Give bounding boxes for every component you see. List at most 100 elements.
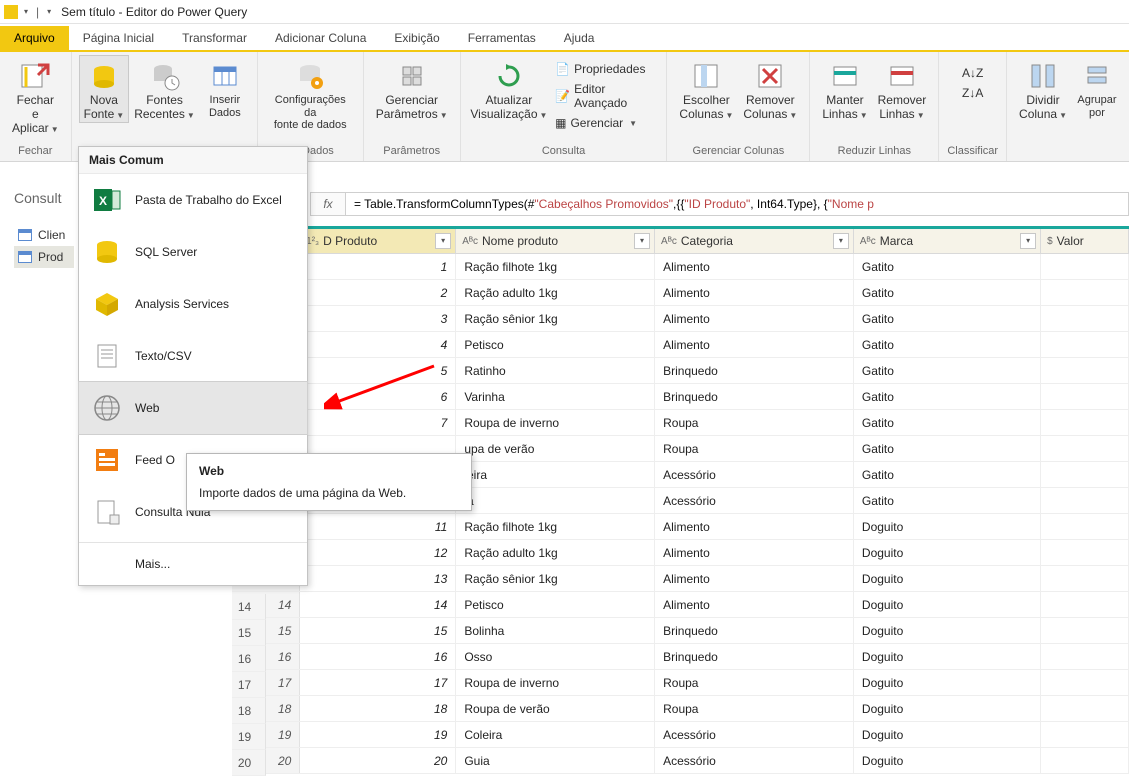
cell-marca[interactable]: Gatito xyxy=(854,384,1041,409)
atualizar-visualizacao-button[interactable]: AtualizarVisualização▼ xyxy=(469,56,549,122)
cell-nome[interactable]: Bolinha xyxy=(456,618,655,643)
cell-categoria[interactable]: Alimento xyxy=(655,280,854,305)
cell-nome[interactable]: Petisco xyxy=(456,592,655,617)
cell-valor[interactable] xyxy=(1041,540,1129,565)
cell-marca[interactable]: Gatito xyxy=(854,254,1041,279)
qat-dropdown2-icon[interactable]: ▾ xyxy=(45,7,53,16)
cell-valor[interactable] xyxy=(1041,358,1129,383)
cell-id[interactable]: 2 xyxy=(300,280,456,305)
filter-dropdown-icon[interactable]: ▾ xyxy=(634,233,650,249)
cell-valor[interactable] xyxy=(1041,332,1129,357)
cell-categoria[interactable]: Roupa xyxy=(655,696,854,721)
escolher-colunas-button[interactable]: EscolherColunas▼ xyxy=(675,56,737,122)
cell-categoria[interactable]: Brinquedo xyxy=(655,644,854,669)
cell-nome[interactable]: Varinha xyxy=(456,384,655,409)
cell-nome[interactable]: Ração filhote 1kg xyxy=(456,514,655,539)
cell-nome[interactable]: Roupa de inverno xyxy=(456,670,655,695)
fx-button[interactable]: fx xyxy=(310,192,346,216)
gerenciar-parametros-button[interactable]: GerenciarParâmetros▼ xyxy=(372,56,452,122)
cell-valor[interactable] xyxy=(1041,748,1129,773)
cell-valor[interactable] xyxy=(1041,566,1129,591)
cell-valor[interactable] xyxy=(1041,254,1129,279)
source-excel[interactable]: X Pasta de Trabalho do Excel xyxy=(79,174,307,226)
cell-marca[interactable]: Gatito xyxy=(854,462,1041,487)
remover-linhas-button[interactable]: RemoverLinhas▼ xyxy=(874,56,931,122)
cell-categoria[interactable]: Alimento xyxy=(655,306,854,331)
cell-categoria[interactable]: Alimento xyxy=(655,592,854,617)
cell-categoria[interactable]: Alimento xyxy=(655,566,854,591)
cell-categoria[interactable]: Acessório xyxy=(655,722,854,747)
cell-categoria[interactable]: Roupa xyxy=(655,670,854,695)
table-row[interactable]: 1414PetiscoAlimentoDoguito xyxy=(232,592,1129,618)
tab-exibicao[interactable]: Exibição xyxy=(380,26,453,50)
cell-valor[interactable] xyxy=(1041,644,1129,669)
qat-dropdown-icon[interactable]: ▾ xyxy=(22,7,30,16)
filter-dropdown-icon[interactable]: ▾ xyxy=(435,233,451,249)
cell-valor[interactable] xyxy=(1041,384,1129,409)
cell-nome[interactable]: Ração sênior 1kg xyxy=(456,306,655,331)
inserir-dados-button[interactable]: InserirDados xyxy=(201,56,249,119)
col-header-valor[interactable]: $ Valor xyxy=(1041,229,1129,253)
cell-valor[interactable] xyxy=(1041,280,1129,305)
cell-marca[interactable]: Gatito xyxy=(854,332,1041,357)
cell-valor[interactable] xyxy=(1041,722,1129,747)
cell-marca[interactable]: Doguito xyxy=(854,566,1041,591)
cell-nome[interactable]: leira xyxy=(456,462,655,487)
source-sqlserver[interactable]: SQL Server xyxy=(79,226,307,278)
query-item-clien[interactable]: Clien xyxy=(14,224,74,246)
cell-id[interactable]: 18 xyxy=(300,696,456,721)
col-header-categoria[interactable]: Aᴮc Categoria ▾ xyxy=(655,229,854,253)
cell-nome[interactable]: Coleira xyxy=(456,722,655,747)
dividir-coluna-button[interactable]: DividirColuna▼ xyxy=(1015,56,1071,122)
config-fonte-dados-button[interactable]: Configurações dafonte de dados xyxy=(266,56,355,132)
cell-valor[interactable] xyxy=(1041,488,1129,513)
cell-categoria[interactable]: Brinquedo xyxy=(655,618,854,643)
tab-transformar[interactable]: Transformar xyxy=(168,26,261,50)
cell-id[interactable]: 11 xyxy=(300,514,456,539)
col-header-marca[interactable]: Aᴮc Marca ▾ xyxy=(854,229,1041,253)
table-row[interactable]: 1818Roupa de verãoRoupaDoguito xyxy=(232,696,1129,722)
formula-input[interactable]: = Table.TransformColumnTypes(# "Cabeçalh… xyxy=(346,192,1129,216)
table-row[interactable]: 1111Ração filhote 1kgAlimentoDoguito xyxy=(232,514,1129,540)
cell-id[interactable]: 12 xyxy=(300,540,456,565)
cell-nome[interactable]: Petisco xyxy=(456,332,655,357)
cell-nome[interactable]: ia xyxy=(456,488,655,513)
cell-valor[interactable] xyxy=(1041,696,1129,721)
col-header-nome[interactable]: Aᴮc Nome produto ▾ xyxy=(456,229,655,253)
nova-fonte-button[interactable]: NovaFonte▼ xyxy=(80,56,129,122)
cell-marca[interactable]: Gatito xyxy=(854,358,1041,383)
cell-valor[interactable] xyxy=(1041,670,1129,695)
cell-categoria[interactable]: Brinquedo xyxy=(655,358,854,383)
cell-marca[interactable]: Gatito xyxy=(854,280,1041,305)
table-row[interactable]: 44PetiscoAlimentoGatito xyxy=(232,332,1129,358)
cell-id[interactable]: 13 xyxy=(300,566,456,591)
manter-linhas-button[interactable]: ManterLinhas▼ xyxy=(818,56,871,122)
cell-valor[interactable] xyxy=(1041,462,1129,487)
table-row[interactable]: 22Ração adulto 1kgAlimentoGatito xyxy=(232,280,1129,306)
cell-categoria[interactable]: Alimento xyxy=(655,254,854,279)
sort-desc-button[interactable]: Z↓A xyxy=(958,84,987,102)
cell-marca[interactable]: Doguito xyxy=(854,644,1041,669)
table-row[interactable]: 1616OssoBrinquedoDoguito xyxy=(232,644,1129,670)
cell-id[interactable]: 17 xyxy=(300,670,456,695)
cell-marca[interactable]: Doguito xyxy=(854,670,1041,695)
agrupar-por-button[interactable]: Agruparpor xyxy=(1073,56,1121,119)
table-row[interactable]: 1717Roupa de invernoRoupaDoguito xyxy=(232,670,1129,696)
cell-categoria[interactable]: Roupa xyxy=(655,436,854,461)
table-row[interactable]: 11Ração filhote 1kgAlimentoGatito xyxy=(232,254,1129,280)
cell-valor[interactable] xyxy=(1041,514,1129,539)
filter-dropdown-icon[interactable]: ▾ xyxy=(1020,233,1036,249)
gerenciar-button[interactable]: ▦Gerenciar▼ xyxy=(551,114,658,132)
cell-valor[interactable] xyxy=(1041,410,1129,435)
cell-nome[interactable]: Ração adulto 1kg xyxy=(456,540,655,565)
tab-adicionar-coluna[interactable]: Adicionar Coluna xyxy=(261,26,380,50)
cell-categoria[interactable]: Roupa xyxy=(655,410,854,435)
cell-categoria[interactable]: Acessório xyxy=(655,488,854,513)
propriedades-button[interactable]: 📄Propriedades xyxy=(551,60,658,78)
cell-id[interactable]: 20 xyxy=(300,748,456,773)
cell-nome[interactable]: Roupa de inverno xyxy=(456,410,655,435)
cell-nome[interactable]: Ração filhote 1kg xyxy=(456,254,655,279)
cell-id[interactable]: 3 xyxy=(300,306,456,331)
col-header-id[interactable]: 1²₃ D Produto ▾ xyxy=(300,229,456,253)
fontes-recentes-button[interactable]: FontesRecentes▼ xyxy=(130,56,199,122)
